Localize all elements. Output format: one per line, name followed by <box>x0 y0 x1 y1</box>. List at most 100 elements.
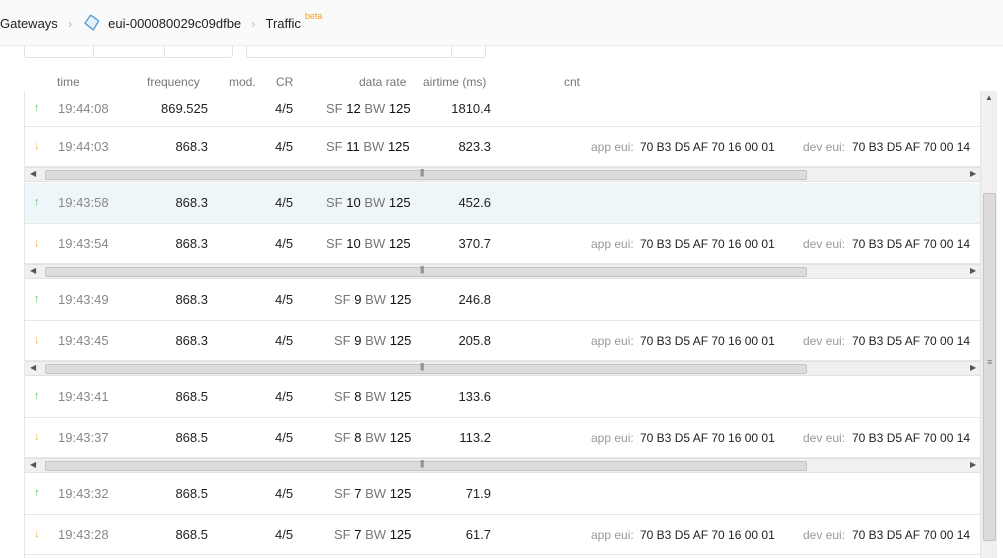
app-eui-value: 70 B3 D5 AF 70 16 00 01 <box>640 140 775 154</box>
down-arrow-icon: ↓ <box>34 334 40 346</box>
scroll-right-icon[interactable]: ▶ <box>970 169 976 178</box>
breadcrumb-gateways[interactable]: Gateways <box>0 16 58 31</box>
app-eui-label: app eui: <box>591 431 634 445</box>
table-row[interactable]: ↓ 19:43:28 868.5 4/5 SF 7 BW 125 61.7 ap… <box>25 515 980 555</box>
cell-cr: 4/5 <box>275 139 294 154</box>
scroll-left-icon[interactable]: ◀ <box>30 266 36 275</box>
gateway-icon <box>82 13 102 33</box>
traffic-table: ↑ 19:44:08 869.525 4/5 SF 12 BW 125 1810… <box>24 91 980 558</box>
row-horizontal-scrollbar[interactable]: ◀ ||| ▶ <box>25 264 980 279</box>
scrollbar-thumb[interactable]: ||| <box>45 265 807 277</box>
column-header-cr: CR <box>276 75 294 89</box>
cell-airtime: 452.6 <box>458 195 491 210</box>
cell-airtime: 113.2 <box>459 430 491 445</box>
table-row[interactable]: ↑ 19:43:58 868.3 4/5 SF 10 BW 125 452.6 <box>25 183 980 224</box>
app-eui-label: app eui: <box>591 334 634 348</box>
table-row[interactable]: ↓ 19:43:45 868.3 4/5 SF 9 BW 125 205.8 a… <box>25 321 980 361</box>
cell-data-rate: SF 9 BW 125 <box>334 333 412 348</box>
app-eui-value: 70 B3 D5 AF 70 16 00 01 <box>640 334 775 348</box>
up-arrow-icon: ↑ <box>34 390 40 402</box>
cell-airtime: 133.6 <box>458 389 491 404</box>
cell-time: 19:43:37 <box>58 430 109 445</box>
dev-eui-label: dev eui: <box>803 528 846 542</box>
cell-time: 19:43:45 <box>58 333 109 348</box>
cell-airtime: 205.8 <box>458 333 491 348</box>
row-horizontal-scrollbar[interactable]: ◀ ||| ▶ <box>25 361 980 376</box>
cell-time: 19:43:54 <box>58 236 109 251</box>
cell-cr: 4/5 <box>275 527 294 542</box>
cell-frequency: 869.525 <box>161 101 208 116</box>
cell-data-rate: SF 7 BW 125 <box>334 527 412 542</box>
scroll-right-icon[interactable]: ▶ <box>970 266 976 275</box>
table-row[interactable]: ↑ 19:43:41 868.5 4/5 SF 8 BW 125 133.6 <box>25 377 980 418</box>
cell-time: 19:44:08 <box>58 101 109 116</box>
cell-airtime: 1810.4 <box>451 101 491 116</box>
scrollbar-thumb[interactable]: ||| <box>45 362 807 374</box>
app-eui-label: app eui: <box>591 528 634 542</box>
scroll-left-icon[interactable]: ◀ <box>30 169 36 178</box>
dev-eui-value: 70 B3 D5 AF 70 00 14 <box>852 431 971 445</box>
cell-data-rate: SF 12 BW 125 <box>326 101 411 116</box>
up-arrow-icon: ↑ <box>34 102 40 114</box>
row-horizontal-scrollbar[interactable]: ◀ ||| ▶ <box>25 458 980 473</box>
cell-cr: 4/5 <box>275 292 294 307</box>
down-arrow-icon: ↓ <box>34 140 40 152</box>
filter-button-group[interactable] <box>24 46 233 58</box>
column-header-frequency: frequency <box>147 75 200 89</box>
scroll-right-icon[interactable]: ▶ <box>970 363 976 372</box>
cell-data-rate: SF 9 BW 125 <box>334 292 412 307</box>
column-header-cnt: cnt <box>564 75 581 89</box>
cell-data-rate: SF 10 BW 125 <box>326 195 411 210</box>
cell-time: 19:43:41 <box>58 389 109 404</box>
table-row[interactable]: ↓ 19:44:03 868.3 4/5 SF 11 BW 125 823.3 … <box>25 127 980 167</box>
scroll-left-icon[interactable]: ◀ <box>30 460 36 469</box>
table-row[interactable]: ↑ 19:44:08 869.525 4/5 SF 12 BW 125 1810… <box>25 91 980 127</box>
dev-eui-value: 70 B3 D5 AF 70 00 14 <box>852 334 971 348</box>
row-horizontal-scrollbar[interactable]: ◀ ||| ▶ <box>25 167 980 182</box>
cell-frequency: 868.3 <box>175 195 208 210</box>
cell-time: 19:43:32 <box>58 486 109 501</box>
up-arrow-icon: ↑ <box>34 487 40 499</box>
dev-eui-label: dev eui: <box>803 140 846 154</box>
table-row[interactable]: ↑ 19:43:49 868.3 4/5 SF 9 BW 125 246.8 <box>25 280 980 321</box>
cell-frequency: 868.3 <box>175 236 208 251</box>
cell-airtime: 71.9 <box>465 486 491 501</box>
cell-frequency: 868.5 <box>175 389 208 404</box>
cell-data-rate: SF 8 BW 125 <box>334 430 412 445</box>
dev-eui-label: dev eui: <box>803 334 846 348</box>
scroll-left-icon[interactable]: ◀ <box>30 363 36 372</box>
cell-cr: 4/5 <box>275 101 294 116</box>
cell-frequency: 868.3 <box>175 139 208 154</box>
down-arrow-icon: ↓ <box>34 237 40 249</box>
cell-airtime: 370.7 <box>458 236 491 251</box>
breadcrumb-gateway-id[interactable]: eui-000080029c09dfbe <box>108 16 241 31</box>
table-row[interactable]: ↓ 19:43:54 868.3 4/5 SF 10 BW 125 370.7 … <box>25 224 980 264</box>
cell-cr: 4/5 <box>275 430 294 445</box>
filter-input-group[interactable] <box>246 46 486 58</box>
dev-eui-value: 70 B3 D5 AF 70 00 14 <box>852 140 971 154</box>
cell-time: 19:44:03 <box>58 139 109 154</box>
cell-time: 19:43:58 <box>58 195 109 210</box>
scrollbar-thumb[interactable]: ||| <box>45 459 807 471</box>
column-header-mod: mod. <box>229 75 256 89</box>
cell-cr: 4/5 <box>275 389 294 404</box>
cell-data-rate: SF 8 BW 125 <box>334 389 412 404</box>
cell-cr: 4/5 <box>275 486 294 501</box>
vertical-scrollbar[interactable]: ▲ ≡ <box>980 91 997 558</box>
scrollbar-thumb[interactable]: ||| <box>45 168 807 180</box>
cell-time: 19:43:49 <box>58 292 109 307</box>
cell-cr: 4/5 <box>275 195 294 210</box>
cell-frequency: 868.5 <box>175 527 208 542</box>
cell-cr: 4/5 <box>275 333 294 348</box>
breadcrumb-separator-icon: › <box>67 15 73 31</box>
table-row[interactable]: ↑ 19:43:32 868.5 4/5 SF 7 BW 125 71.9 <box>25 474 980 515</box>
scroll-right-icon[interactable]: ▶ <box>970 460 976 469</box>
vertical-scrollbar-thumb[interactable]: ≡ <box>983 193 996 541</box>
table-row[interactable]: ↓ 19:43:37 868.5 4/5 SF 8 BW 125 113.2 a… <box>25 418 980 458</box>
breadcrumb-separator-icon: › <box>251 15 256 31</box>
scroll-up-icon[interactable]: ▲ <box>985 93 993 102</box>
cell-frequency: 868.5 <box>175 486 208 501</box>
cell-airtime: 246.8 <box>458 292 491 307</box>
dev-eui-label: dev eui: <box>803 237 846 251</box>
column-header-time: time <box>57 75 80 89</box>
